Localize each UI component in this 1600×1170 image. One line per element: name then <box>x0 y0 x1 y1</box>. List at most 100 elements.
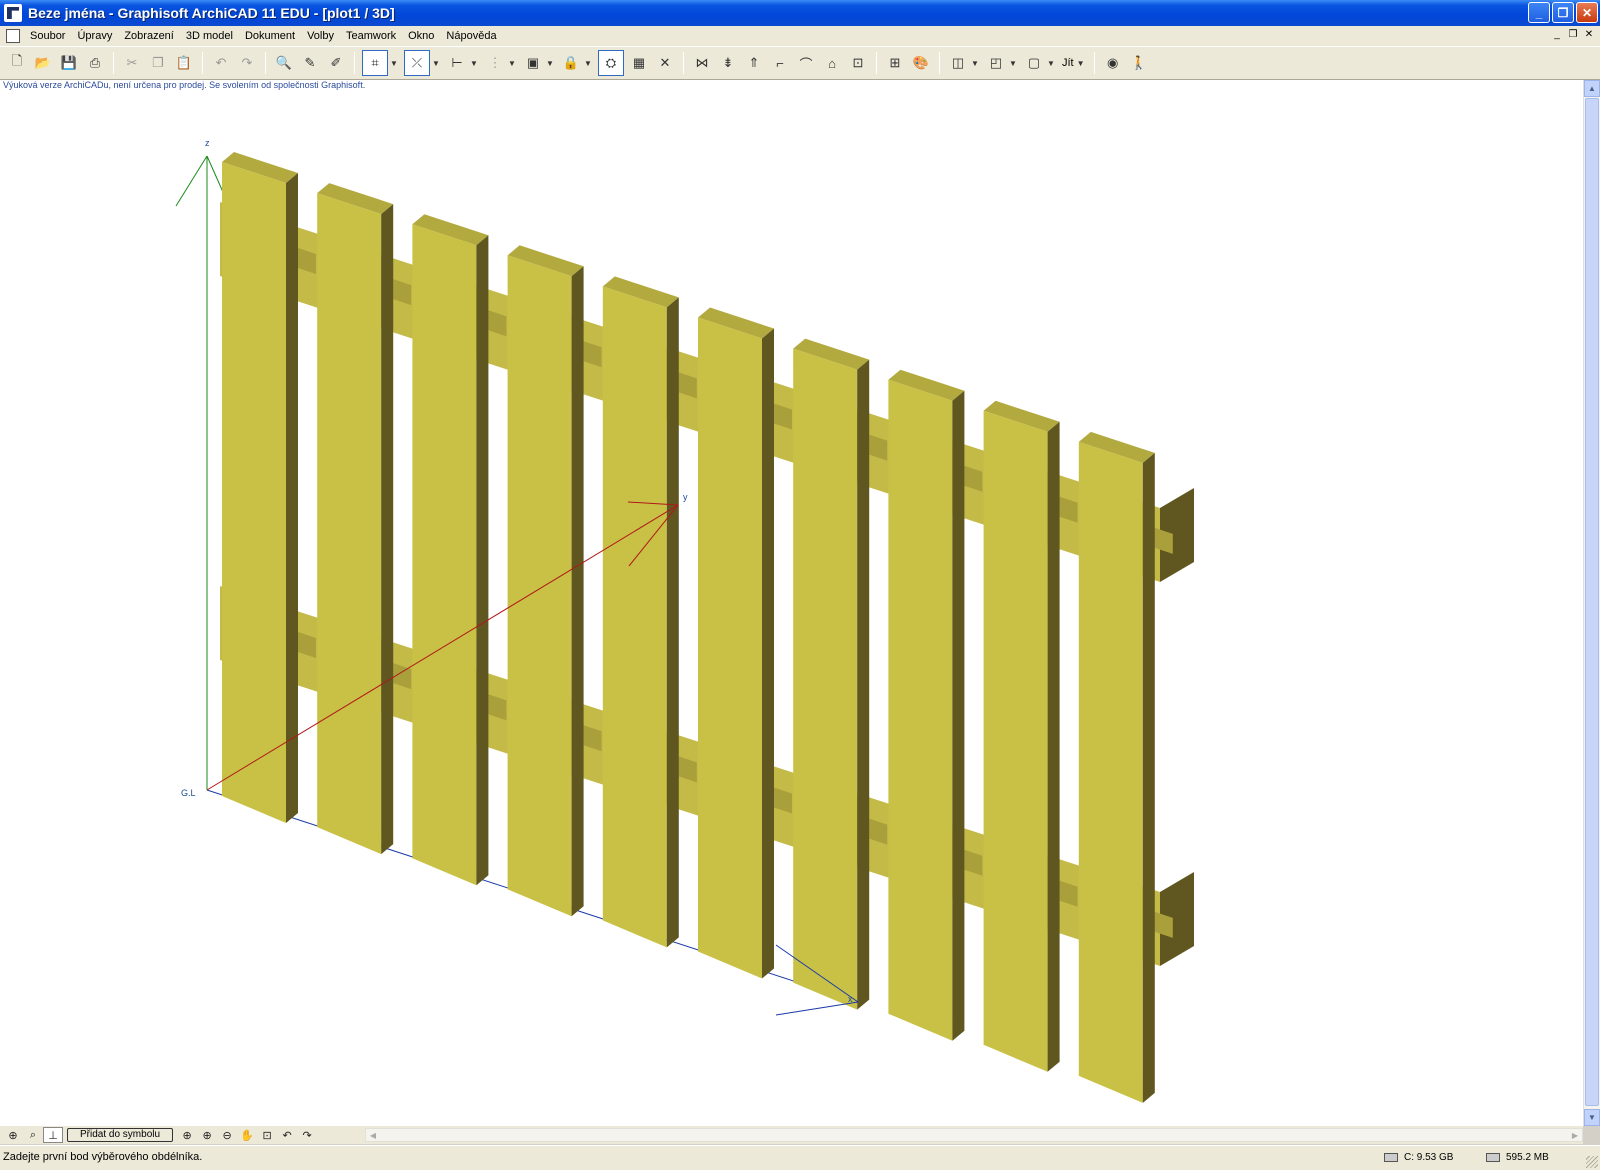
open-icon[interactable]: 📂 <box>32 52 54 74</box>
chevron-down-icon[interactable]: ▼ <box>390 59 398 68</box>
menu-teamwork[interactable]: Teamwork <box>340 26 402 46</box>
group-icon[interactable]: ▣ <box>522 52 544 74</box>
fillet-icon[interactable]: ⌐ <box>769 52 791 74</box>
grid-icon[interactable]: ⊞ <box>884 52 906 74</box>
chevron-down-icon[interactable]: ▼ <box>508 59 516 68</box>
zoom-preview-icon[interactable]: ⌕ <box>23 1127 43 1143</box>
go-menu-label[interactable]: Jít <box>1059 57 1077 69</box>
next-zoom-icon[interactable]: ↷ <box>297 1127 317 1143</box>
distribute-icon[interactable]: ⋮ <box>484 52 506 74</box>
delete-icon[interactable]: ✕ <box>654 52 676 74</box>
menu-volby[interactable]: Volby <box>301 26 340 46</box>
chevron-down-icon[interactable]: ▼ <box>1047 59 1055 68</box>
fence-picket <box>793 348 858 1010</box>
new-icon[interactable]: 🗋 <box>6 52 28 74</box>
redo-icon[interactable]: ↷ <box>236 52 258 74</box>
fence-picket <box>983 410 1048 1072</box>
doc-minimize-button[interactable]: _ <box>1550 29 1564 42</box>
fence-picket <box>602 286 667 948</box>
zoom-in-icon[interactable]: ⊕ <box>197 1127 217 1143</box>
fence-picket <box>698 317 762 979</box>
pick-up-icon[interactable]: ✎ <box>299 52 321 74</box>
3d-window-icon[interactable]: ⛭ <box>598 50 624 76</box>
undo-icon[interactable]: ↶ <box>210 52 232 74</box>
explode-icon[interactable]: ⊡ <box>847 52 869 74</box>
print-icon[interactable]: ⎙ <box>84 52 106 74</box>
render-icon[interactable]: 🎨 <box>910 52 932 74</box>
chevron-down-icon[interactable]: ▼ <box>971 59 979 68</box>
inject-icon[interactable]: ✐ <box>325 52 347 74</box>
menu-napoveda[interactable]: Nápověda <box>440 26 502 46</box>
walk-icon[interactable]: 🚶 <box>1128 52 1150 74</box>
horizontal-scrollbar[interactable]: ◀ ▶ <box>365 1128 1583 1142</box>
zoom-out-icon[interactable]: ⊖ <box>217 1127 237 1143</box>
scroll-down-icon[interactable]: ▼ <box>1584 1109 1600 1126</box>
chevron-down-icon[interactable]: ▼ <box>1009 59 1017 68</box>
layer-combo-icon[interactable]: ⊕ <box>3 1127 23 1143</box>
window-icon[interactable]: ▢ <box>1023 52 1045 74</box>
fit-in-window-icon[interactable]: ⊡ <box>257 1127 277 1143</box>
3d-window[interactable]: Výuková verze ArchiCADu, není určena pro… <box>0 80 1583 1126</box>
marquee-icon[interactable]: ⌗ <box>362 50 388 76</box>
adjust-icon[interactable]: ⇟ <box>717 52 739 74</box>
trim-icon[interactable]: ⌂ <box>821 52 843 74</box>
previous-zoom-icon[interactable]: ↶ <box>277 1127 297 1143</box>
chevron-down-icon[interactable]: ▼ <box>546 59 554 68</box>
picket-side <box>762 328 774 979</box>
archicad-app-icon[interactable] <box>4 4 22 22</box>
fence-picket <box>1078 441 1143 1103</box>
menu-soubor[interactable]: Soubor <box>24 26 71 46</box>
copy-icon[interactable]: ❐ <box>147 52 169 74</box>
find-select-icon[interactable]: 🔍 <box>273 52 295 74</box>
cut-icon[interactable]: ✂ <box>121 52 143 74</box>
status-message: Zadejte první bod výběrového obdélníka. <box>3 1151 203 1163</box>
title-bar: Beze jména - Graphisoft ArchiCAD 11 EDU … <box>0 0 1600 26</box>
minimize-button[interactable]: _ <box>1528 2 1550 23</box>
navigator-icon[interactable]: ◉ <box>1102 52 1124 74</box>
toolbar-separator <box>265 52 266 74</box>
chevron-down-icon[interactable]: ▼ <box>432 59 440 68</box>
menu-dokument[interactable]: Dokument <box>239 26 301 46</box>
document-icon[interactable] <box>6 29 20 43</box>
maximize-button[interactable]: ❐ <box>1552 2 1574 23</box>
resize-grip-icon[interactable] <box>1586 1156 1598 1168</box>
add-to-symbol-button[interactable]: Přidat do symbolu <box>67 1128 174 1142</box>
doc-restore-button[interactable]: ❐ <box>1566 29 1580 42</box>
fence-3d-model[interactable]: z y x G.L <box>0 80 1583 1126</box>
scroll-up-icon[interactable]: ▲ <box>1584 80 1600 97</box>
menu-3d-model[interactable]: 3D model <box>180 26 239 46</box>
y-axis-label: y <box>683 492 688 502</box>
pan-hand-icon[interactable]: ✋ <box>237 1127 257 1143</box>
vertical-scrollbar[interactable]: ▲ ▼ <box>1583 80 1600 1126</box>
arrow-icon[interactable]: ⤫ <box>404 50 430 76</box>
vertical-scroll-thumb[interactable] <box>1585 98 1599 1106</box>
chevron-down-icon[interactable]: ▼ <box>470 59 478 68</box>
elevate-icon[interactable]: ⇑ <box>743 52 765 74</box>
origin-icon[interactable]: ⊥ <box>43 1127 63 1143</box>
menu-zobrazeni[interactable]: Zobrazení <box>118 26 180 46</box>
plan-view-icon[interactable]: ◫ <box>947 52 969 74</box>
chevron-down-icon[interactable]: ▼ <box>584 59 592 68</box>
chevron-down-icon[interactable]: ▼ <box>1077 59 1085 68</box>
standard-toolbar: 🗋 📂 💾 ⎙ ✂ ❐ 📋 ↶ ↷ 🔍 ✎ ✐ ⌗ ▼ ⤫ ▼ ⊢ ▼ ⋮ ▼ … <box>0 47 1600 80</box>
fence-picket <box>412 224 477 886</box>
menu-upravy[interactable]: Úpravy <box>71 26 118 46</box>
lock-icon[interactable]: 🔒 <box>560 52 582 74</box>
scroll-left-icon[interactable]: ◀ <box>366 1129 380 1141</box>
close-button[interactable]: ✕ <box>1576 2 1598 23</box>
menu-okno[interactable]: Okno <box>402 26 440 46</box>
align-icon[interactable]: ⊢ <box>446 52 468 74</box>
doc-close-button[interactable]: ✕ <box>1582 29 1596 42</box>
section-icon[interactable]: ▦ <box>628 52 650 74</box>
split-icon[interactable]: ⋈ <box>691 52 713 74</box>
curve-icon[interactable]: ⌒ <box>795 52 817 74</box>
3d-view-icon[interactable]: ◰ <box>985 52 1007 74</box>
toolbar-separator <box>876 52 877 74</box>
disk-icon <box>1384 1153 1398 1162</box>
toolbar-separator <box>683 52 684 74</box>
status-bar: Zadejte první bod výběrového obdélníka. … <box>0 1145 1600 1170</box>
zoom-area-icon[interactable]: ⊕ <box>177 1127 197 1143</box>
scroll-right-icon[interactable]: ▶ <box>1568 1129 1582 1141</box>
paste-icon[interactable]: 📋 <box>173 52 195 74</box>
save-icon[interactable]: 💾 <box>58 52 80 74</box>
